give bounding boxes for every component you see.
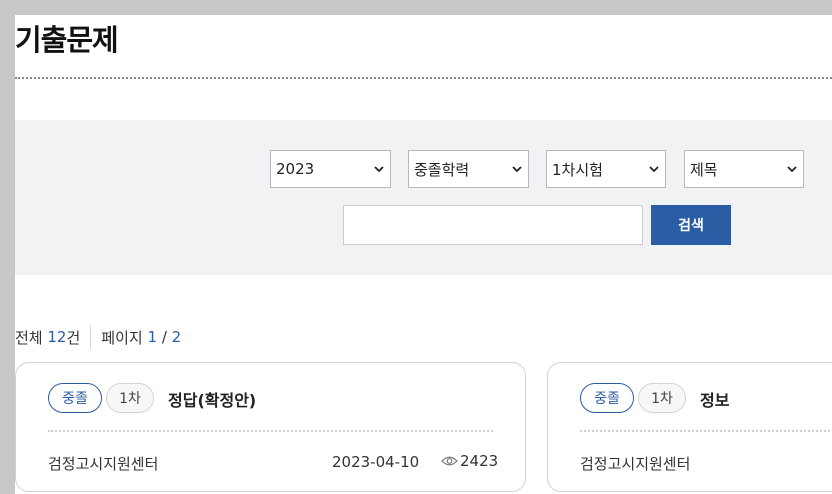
- title-divider: [15, 77, 832, 79]
- post-title[interactable]: 정답(확정안): [168, 387, 256, 411]
- search-input[interactable]: [343, 205, 643, 245]
- chevron-down-icon: [374, 166, 384, 173]
- post-author: 검정고시지원센터: [48, 455, 159, 473]
- page-title: 기출문제: [15, 23, 119, 57]
- search-field-select[interactable]: 제목: [684, 150, 804, 188]
- card-divider: [580, 430, 832, 432]
- year-select-value: 2023: [276, 160, 315, 178]
- total-unit: 건: [66, 328, 81, 347]
- post-views-count: 2423: [460, 452, 499, 470]
- level-badge: 중졸: [48, 383, 102, 413]
- page: 기출문제 2023 중졸학력 1차시험 제목 검색 전체 12 건 페이지 1 /…: [15, 15, 832, 494]
- post-views: 2423: [441, 452, 498, 470]
- year-select[interactable]: 2023: [270, 150, 391, 188]
- post-card[interactable]: 중졸 1차 정답(확정안) 검정고시지원센터 2023-04-10 2423: [15, 362, 526, 492]
- result-summary: 전체 12 건 페이지 1 / 2: [15, 325, 181, 349]
- page-label: 페이지: [101, 328, 143, 347]
- exam-type-select[interactable]: 중졸학력: [408, 150, 529, 188]
- total-pages: 2: [171, 328, 182, 346]
- total-label: 전체: [15, 328, 43, 347]
- round-badge: 1차: [106, 383, 154, 413]
- page-divider: /: [161, 328, 167, 346]
- search-field-select-value: 제목: [690, 160, 718, 179]
- post-author: 검정고시지원센터: [580, 455, 691, 473]
- total-count: 12: [47, 328, 67, 346]
- exam-type-select-value: 중졸학력: [414, 160, 470, 179]
- exam-round-select-value: 1차시험: [552, 160, 603, 179]
- current-page: 1: [147, 328, 158, 346]
- post-date: 2023-04-10: [332, 453, 420, 471]
- post-title[interactable]: 정보: [700, 387, 729, 411]
- summary-separator: [90, 325, 92, 349]
- round-badge: 1차: [638, 383, 686, 413]
- search-button[interactable]: 검색: [651, 205, 731, 245]
- eye-icon: [441, 456, 458, 466]
- chevron-down-icon: [512, 166, 522, 173]
- chevron-down-icon: [649, 166, 659, 173]
- exam-round-select[interactable]: 1차시험: [546, 150, 666, 188]
- level-badge: 중졸: [580, 383, 634, 413]
- search-filter-panel: 2023 중졸학력 1차시험 제목 검색: [15, 120, 832, 275]
- chevron-down-icon: [787, 166, 797, 173]
- post-card[interactable]: 중졸 1차 정보 검정고시지원센터: [547, 362, 832, 492]
- card-divider: [48, 430, 493, 432]
